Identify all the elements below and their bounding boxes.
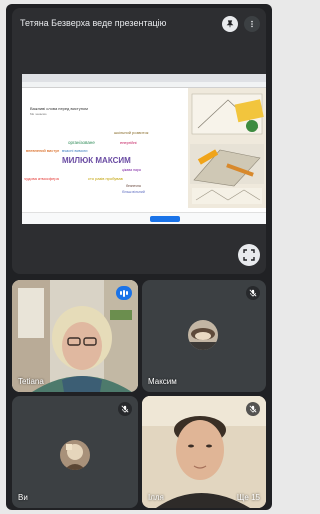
word-cloud-word: вчасні вимоги bbox=[62, 148, 88, 153]
avatar bbox=[60, 440, 90, 470]
participant-tile[interactable]: Ви bbox=[12, 396, 138, 508]
more-participants-count[interactable]: Ще 15 bbox=[237, 493, 260, 502]
word-cloud-word: безпечна bbox=[126, 184, 141, 188]
meet-window: Тетяна Безверха веде презентацію Важливі… bbox=[6, 4, 272, 510]
mic-off-icon bbox=[118, 402, 132, 416]
word-cloud-word: цікава пара bbox=[122, 168, 141, 172]
share-button[interactable] bbox=[150, 216, 180, 222]
presentation-tile[interactable]: Тетяна Безверха веде презентацію Важливі… bbox=[12, 8, 266, 274]
mic-off-icon bbox=[246, 402, 260, 416]
word-cloud-slide: Важливі слова перед виступом Ми чекаємо … bbox=[22, 88, 182, 224]
word-cloud-word: сто разів пробував bbox=[88, 176, 123, 181]
mic-off-icon bbox=[246, 286, 260, 300]
word-cloud-word: енергійні bbox=[120, 140, 137, 145]
fullscreen-icon[interactable] bbox=[238, 244, 260, 266]
participant-name: Максим bbox=[148, 377, 177, 386]
speaking-indicator-icon bbox=[116, 286, 132, 300]
browser-status-bar bbox=[22, 212, 266, 224]
participant-tile[interactable]: Ілля Ще 15 bbox=[142, 396, 266, 508]
word-cloud-word: організоване bbox=[68, 140, 95, 145]
word-cloud-word: більш вільний bbox=[122, 190, 145, 194]
word-cloud-word: шкільний розвиток bbox=[114, 130, 149, 135]
pin-icon[interactable] bbox=[222, 16, 238, 32]
slide-subheading: Ми чекаємо bbox=[30, 112, 47, 116]
participant-tile[interactable]: Максим bbox=[142, 280, 266, 392]
browser-tabs bbox=[22, 74, 266, 82]
avatar bbox=[188, 320, 218, 350]
presenter-label: Тетяна Безверха веде презентацію bbox=[20, 18, 167, 28]
construction-illustration bbox=[188, 88, 266, 208]
shared-screen: Важливі слова перед виступом Ми чекаємо … bbox=[22, 74, 266, 224]
word-cloud-word: МИЛЮК МАКСИМ bbox=[62, 156, 131, 165]
word-cloud-word: впевнений виступ bbox=[26, 148, 60, 153]
participant-tile[interactable]: Tetiana bbox=[12, 280, 138, 392]
presentation-controls bbox=[222, 16, 260, 32]
participant-name: Ви bbox=[18, 493, 28, 502]
participant-name: Ілля bbox=[148, 493, 164, 502]
slide-heading: Важливі слова перед виступом bbox=[30, 106, 88, 111]
word-cloud-word: чудова атмосфера bbox=[24, 176, 59, 181]
more-vert-icon[interactable] bbox=[244, 16, 260, 32]
participant-name: Tetiana bbox=[18, 377, 44, 386]
